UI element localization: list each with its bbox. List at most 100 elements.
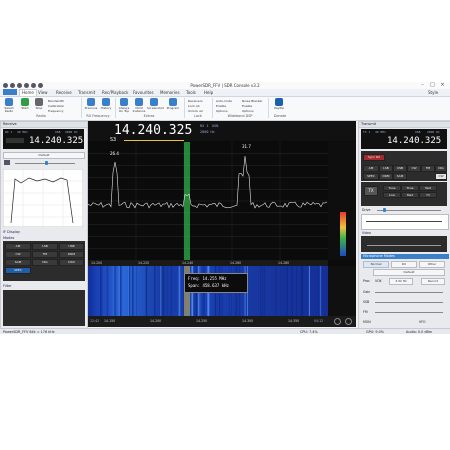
child-instance-button[interactable]: Child Instance — [132, 98, 146, 113]
tab-help[interactable]: Help — [204, 90, 213, 95]
volume-slider-knob[interactable] — [45, 161, 48, 165]
hi-power-button[interactable]: Hi — [419, 192, 437, 198]
tab-receive[interactable]: Receive — [56, 90, 72, 95]
tx-mode-lsb-button[interactable]: LSB — [379, 165, 393, 172]
tab-tools[interactable]: Tools — [186, 90, 196, 95]
stop-button[interactable]: Stop — [32, 98, 46, 112]
receivers-menu[interactable]: Receivers — [188, 99, 203, 103]
mic-other-button[interactable]: Other — [419, 261, 445, 268]
close-icon[interactable]: × — [438, 82, 447, 89]
ssb-slider[interactable] — [375, 302, 443, 303]
cfc-select[interactable]: 2.5k Hz — [389, 278, 413, 285]
rx-frequency-display[interactable]: RX 1 40 MHz USB 2800 Hz 14.240.325 — [3, 129, 84, 149]
waterfall-streak — [136, 266, 137, 316]
tx-mode-usb-button[interactable]: USB — [393, 165, 407, 172]
gain-slider[interactable] — [375, 292, 443, 293]
screenshot-button[interactable]: Screenshot — [147, 98, 164, 112]
noise-blanker-options-button[interactable]: Options — [242, 109, 254, 113]
tx-mode-cw-button[interactable]: CW — [407, 165, 421, 172]
mode-sam-button[interactable]: SAM — [5, 259, 31, 266]
previous-button[interactable]: Previous — [84, 98, 98, 112]
med-power-button[interactable]: Med — [401, 192, 419, 198]
spectrum-waterfall-panel: 14.240.325 RX 1 USB 2800 Hz S3 26.4 31.7… — [88, 121, 356, 327]
always-on-top-button[interactable]: Always On Top — [117, 98, 131, 113]
mode-cw-button[interactable]: CW — [5, 251, 31, 258]
config-icon[interactable] — [24, 83, 29, 88]
mute-icon[interactable] — [31, 83, 36, 88]
tab-memories[interactable]: Memories — [160, 90, 180, 95]
default-preset-select[interactable]: Default — [3, 152, 85, 159]
tab-favourites[interactable]: Favourites — [133, 90, 154, 95]
tx-mode-spec-button[interactable]: SPEC — [363, 173, 379, 180]
tone-button[interactable]: Tone — [401, 185, 419, 191]
zoom-out-icon[interactable] — [334, 318, 341, 325]
waterfall-streak — [161, 266, 163, 316]
maximize-icon[interactable]: □ — [428, 82, 437, 89]
noise-blanker-enable-checkbox[interactable]: Enable — [242, 104, 252, 108]
record-icon[interactable] — [17, 83, 22, 88]
waterfall-streak — [275, 266, 277, 316]
transmit-panel: Transmit TX 1 40 MHz USB 2800 Hz 14.240.… — [358, 121, 450, 329]
fm-slider[interactable] — [375, 312, 443, 313]
mic-normal-button[interactable]: Normal — [363, 261, 389, 268]
zoom-in-icon[interactable] — [345, 318, 352, 325]
settings-icon[interactable] — [38, 83, 43, 88]
tune-button[interactable]: Tune — [383, 185, 401, 191]
rx-passband-highlight[interactable] — [184, 142, 190, 260]
tx-mode-drm-button[interactable]: DRM — [379, 173, 393, 180]
tab-home[interactable]: Home — [19, 89, 37, 96]
tab-rec-playback[interactable]: Rec/Playback — [102, 90, 128, 95]
mode-cwu-button[interactable]: CWU — [59, 259, 84, 266]
mode-am-button[interactable]: AM — [5, 243, 31, 250]
drive-slider[interactable] — [377, 210, 441, 211]
program-button[interactable]: Program — [166, 98, 180, 112]
mic-dx-button[interactable]: DX — [391, 261, 417, 268]
tx-button[interactable]: TX — [364, 186, 378, 196]
mode-spec-button[interactable]: SPEC — [5, 267, 31, 274]
tx-mode-sam-button[interactable]: SAM — [393, 173, 407, 180]
mode-dig-button[interactable]: DIG — [32, 259, 58, 266]
unlock-all-button[interactable]: Unlock all — [188, 109, 203, 113]
auto-mute-options-button[interactable]: Options — [216, 109, 228, 113]
minimize-icon[interactable]: – — [418, 82, 427, 89]
waterfall-streak — [154, 266, 156, 316]
sync-rx-button[interactable]: Sync RX — [363, 154, 385, 161]
tx-mode-cw-alt-button[interactable]: CW — [435, 173, 447, 180]
proc-label: Proc — [363, 279, 370, 283]
mode-drm-button[interactable]: DRM — [59, 251, 84, 258]
tx-mode-fm-button[interactable]: FM — [421, 165, 435, 172]
speaker-icon[interactable] — [4, 160, 10, 165]
tx-frequency-display[interactable]: TX 1 40 MHz USB 2800 Hz 14.240.325 — [361, 129, 447, 149]
tab-view[interactable]: View — [38, 90, 48, 95]
auto-mute-enable-checkbox[interactable]: Enable — [216, 104, 226, 108]
frequency-menu[interactable]: Frequency — [48, 109, 64, 113]
record-button[interactable]: Record — [421, 278, 445, 285]
peak-label-1: 26.4 — [110, 151, 119, 156]
spectrum-plot[interactable]: 26.4 31.7 -40-50-60-70-80-90-100-110-120… — [88, 142, 356, 260]
low-power-button[interactable]: Low — [383, 192, 401, 198]
paypal-button[interactable]: PayPal — [272, 98, 286, 112]
mode-usb-button[interactable]: USB — [59, 243, 84, 250]
start-icon[interactable] — [3, 83, 8, 88]
tab-transmit[interactable]: Transmit — [78, 90, 95, 95]
mode-lsb-button[interactable]: LSB — [32, 243, 58, 250]
start-button[interactable]: Start — [18, 98, 32, 112]
drive-slider-knob[interactable] — [383, 208, 386, 212]
waterfall-streak — [113, 266, 115, 316]
spectrum-frequency-display[interactable]: 14.240.325 RX 1 USB 2800 Hz S3 — [88, 121, 356, 143]
app-menu-button[interactable] — [3, 89, 17, 95]
select-radio-button[interactable]: Select Radio — [2, 98, 16, 113]
mic-preset-select[interactable]: Default — [373, 269, 445, 276]
lock-all-button[interactable]: Lock All — [188, 104, 200, 108]
bandwidth-menu[interactable]: Bandwidth — [48, 99, 64, 103]
calibration-menu[interactable]: Calibration — [48, 104, 64, 108]
tx-mode-dig-button[interactable]: DIG — [435, 165, 447, 172]
mode-fm-button[interactable]: FM — [32, 251, 58, 258]
waterfall-streak — [120, 266, 122, 316]
test-button[interactable]: Test — [419, 185, 437, 191]
stop-icon[interactable] — [10, 83, 15, 88]
style-menu[interactable]: Style — [428, 90, 438, 95]
waterfall-streak — [286, 266, 288, 316]
tx-mode-am-button[interactable]: AM — [363, 165, 379, 172]
history-button[interactable]: History — [99, 98, 113, 112]
